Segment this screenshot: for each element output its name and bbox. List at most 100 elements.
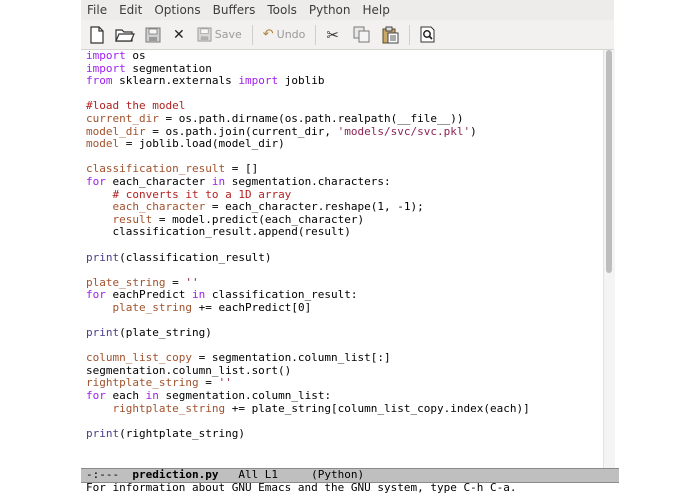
code-token: = segmentation.column_list[:] — [191, 351, 391, 365]
save-button[interactable]: Save — [197, 24, 242, 46]
code-token: = — [198, 376, 219, 390]
menu-buffers[interactable]: Buffers — [207, 0, 262, 20]
major-mode[interactable]: (Python) — [311, 468, 364, 481]
code-line: print(plate_string) — [81, 326, 603, 340]
new-file-button[interactable] — [89, 24, 105, 46]
copy-button[interactable] — [353, 24, 370, 46]
code-editor[interactable]: import os import segmentation from sklearn… — [81, 50, 603, 468]
code-line: print(rightplate_string) — [81, 426, 603, 441]
toolbar-separator — [408, 24, 410, 45]
code-token: 'models/svc/svc.pkl' — [337, 124, 471, 138]
code-token: import — [86, 61, 126, 75]
code-token: = os.path.dirname(os.path.realpath(__fil… — [158, 111, 464, 125]
code-token: '' — [218, 376, 232, 390]
code-token: += eachPredict[0] — [191, 300, 312, 314]
menu-python[interactable]: Python — [303, 0, 357, 20]
code-token: segmentation — [125, 61, 212, 75]
code-token: print — [86, 426, 120, 440]
code-token: = [] — [225, 162, 259, 176]
code-token: for — [86, 174, 106, 188]
code-token: classification_result: — [205, 288, 358, 302]
code-token: in — [211, 174, 226, 188]
code-token: '' — [185, 275, 199, 289]
code-token: plate_string — [112, 300, 192, 314]
code-token: result — [112, 212, 153, 226]
close-icon: ✕ — [173, 26, 185, 43]
open-file-button[interactable] — [115, 24, 135, 46]
code-token: rightplate_string — [112, 401, 226, 415]
code-line: rightplate_string += plate_string[column… — [81, 401, 603, 416]
code-token: = model.predict(each_character) — [152, 212, 365, 226]
close-buffer-button[interactable]: ✕ — [173, 24, 185, 46]
code-token: sklearn.externals — [112, 74, 239, 88]
search-button[interactable] — [420, 24, 436, 46]
menu-help[interactable]: Help — [357, 0, 396, 20]
scrollbar-thumb[interactable] — [606, 50, 612, 273]
code-token: from — [86, 74, 113, 88]
buffer-status: -:--- — [86, 468, 133, 481]
code-token: print — [86, 250, 120, 264]
emacs-window: File Edit Options Buffers Tools Python Help ✕ — [81, 0, 619, 494]
save-disk-icon — [145, 27, 161, 42]
code-token: #load the model — [86, 99, 186, 113]
menu-tools[interactable]: Tools — [261, 0, 303, 20]
dired-button[interactable] — [145, 24, 161, 46]
echo-area: For information about GNU Emacs and the … — [86, 481, 517, 494]
paste-icon — [382, 26, 399, 43]
code-token: = each_character.reshape(1, -1); — [205, 200, 424, 214]
code-token: each_character — [105, 174, 212, 188]
menu-options[interactable]: Options — [148, 0, 206, 20]
undo-label: Undo — [276, 28, 306, 41]
code-token: (classification_result) — [119, 250, 272, 264]
code-token: classification_result.append(result) — [86, 225, 351, 239]
code-line: model = joblib.load(model_dir) — [81, 137, 603, 151]
code-token: ) — [470, 124, 477, 138]
copy-icon — [353, 26, 370, 43]
paste-button[interactable] — [382, 24, 399, 46]
save-label: Save — [214, 28, 242, 41]
code-token: each — [105, 389, 146, 403]
menu-file[interactable]: File — [81, 0, 113, 20]
code-line: plate_string += eachPredict[0] — [81, 300, 603, 315]
code-token: joblib — [278, 74, 325, 88]
scissors-icon: ✂ — [326, 25, 339, 44]
code-token: model — [86, 137, 120, 151]
code-token: rightplate_string — [86, 376, 199, 390]
buffer-name[interactable]: prediction.py — [132, 468, 218, 481]
code-token: print — [86, 326, 120, 340]
code-token: segmentation.column_list.sort() — [86, 363, 292, 377]
code-token: eachPredict — [105, 288, 192, 302]
save-disk-icon — [197, 27, 212, 42]
code-token: in — [145, 389, 159, 403]
code-token: segmentation.column_list: — [158, 389, 332, 403]
code-token: each_character — [112, 200, 206, 214]
undo-button[interactable]: ↶ Undo — [263, 24, 306, 46]
code-token: for — [86, 288, 106, 302]
menu-edit[interactable]: Edit — [113, 0, 148, 20]
vertical-scrollbar[interactable] — [603, 50, 615, 468]
code-token: current_dir — [86, 111, 159, 125]
cut-button[interactable]: ✂ — [326, 24, 339, 46]
code-token: # converts it to a 1D array — [112, 187, 292, 201]
undo-icon: ↶ — [262, 27, 274, 42]
new-file-icon — [90, 25, 104, 44]
code-token: = joblib.load(model_dir) — [119, 137, 285, 151]
toolbar: ✕ Save ↶ Undo ✂ — [81, 20, 614, 50]
code-token: os — [125, 50, 146, 62]
code-token: model_dir — [86, 124, 146, 138]
code-token: plate_string — [86, 275, 166, 289]
code-token: column_list_copy — [86, 351, 192, 365]
code-token: += plate_string[column_list_copy.index(e… — [225, 401, 530, 415]
code-token: for — [86, 389, 106, 403]
code-token: import — [238, 74, 279, 88]
code-token: segmentation.characters: — [225, 174, 391, 188]
buffer-position: All L1 — [218, 468, 312, 481]
code-token: (rightplate_string) — [119, 426, 245, 440]
search-icon — [420, 26, 435, 43]
code-token: import — [86, 50, 126, 62]
